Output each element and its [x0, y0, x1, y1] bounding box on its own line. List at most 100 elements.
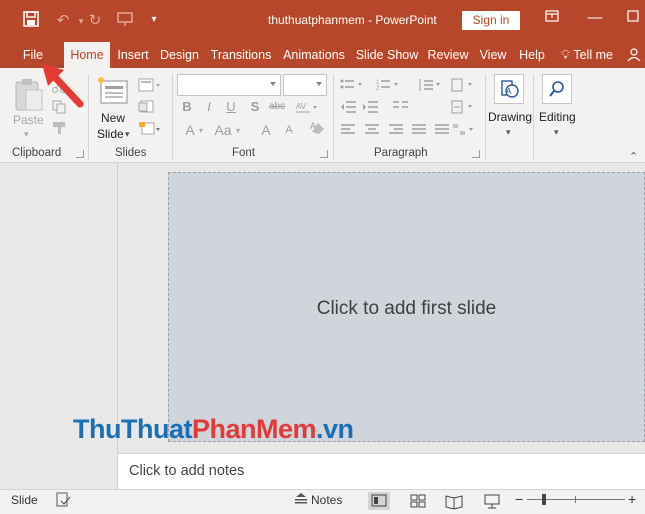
smartart-icon[interactable]	[452, 123, 476, 137]
new-slide-label-1: New	[101, 111, 126, 125]
zoom-out-button[interactable]: −	[515, 491, 523, 507]
group-separator	[485, 74, 486, 160]
clear-all-formatting-icon[interactable]: A	[309, 120, 327, 136]
new-slide-icon[interactable]	[97, 76, 131, 106]
paragraph-group-label: Paragraph	[374, 147, 428, 159]
columns-icon[interactable]	[392, 100, 414, 114]
tab-help[interactable]: Help	[514, 42, 550, 68]
clipboard-dialog-launcher[interactable]	[76, 150, 84, 158]
slide-show-view-icon[interactable]	[481, 492, 503, 510]
paste-dropdown-icon[interactable]: ▾	[24, 129, 29, 140]
ribbon-display-options-icon[interactable]	[540, 9, 564, 27]
bold-button[interactable]: B	[178, 99, 196, 114]
normal-view-icon[interactable]	[368, 492, 390, 510]
group-separator	[172, 74, 173, 160]
add-notes-prompt[interactable]: Click to add notes	[129, 463, 244, 479]
bullets-icon[interactable]	[340, 78, 366, 92]
red-arrow-annotation	[38, 60, 88, 110]
slide-indicator: Slide	[11, 493, 38, 507]
sign-in-button[interactable]: Sign in	[462, 11, 520, 30]
spell-check-icon[interactable]	[55, 492, 71, 508]
new-slide-dropdown-icon[interactable]: ▾	[125, 129, 130, 140]
find-icon[interactable]	[542, 74, 572, 104]
align-right-icon[interactable]	[388, 123, 406, 137]
redo-icon[interactable]: ↻	[84, 11, 106, 29]
watermark-part-3: .vn	[316, 414, 354, 444]
tab-design[interactable]: Design	[156, 42, 203, 68]
zoom-in-button[interactable]: +	[628, 491, 636, 507]
add-first-slide-prompt[interactable]: Click to add first slide	[168, 298, 645, 320]
drawing-label[interactable]: Drawing	[488, 110, 532, 124]
change-case-dropdown-icon[interactable]: ▾	[236, 126, 240, 135]
tell-me-label: Tell me	[573, 48, 613, 62]
chevron-down-icon	[270, 82, 276, 86]
svg-text:2: 2	[376, 86, 380, 92]
section-icon[interactable]	[138, 121, 164, 137]
grow-font-button[interactable]: A	[257, 122, 275, 138]
document-title: thuthuatphanmem - PowerPoint	[268, 13, 437, 27]
font-dialog-launcher[interactable]	[320, 150, 328, 158]
clipboard-group-label: Clipboard	[12, 147, 62, 159]
slides-group-label: Slides	[115, 147, 147, 159]
clear-formatting-icon[interactable]	[308, 100, 328, 114]
tab-transitions[interactable]: Transitions	[208, 42, 274, 68]
new-slide-label-2: Slide	[97, 127, 124, 141]
shapes-icon[interactable]: A	[494, 74, 524, 104]
line-spacing-icon[interactable]	[417, 78, 443, 92]
increase-indent-icon[interactable]	[362, 100, 384, 114]
customize-qat-icon[interactable]: ▾	[143, 14, 165, 25]
shrink-font-button[interactable]: A	[280, 124, 298, 136]
tab-review[interactable]: Review	[424, 42, 472, 68]
font-color-dropdown-icon[interactable]: ▾	[199, 126, 203, 135]
editing-dropdown-icon[interactable]: ▾	[554, 127, 559, 138]
tab-slide-show[interactable]: Slide Show	[354, 42, 420, 68]
paste-label: Paste	[13, 113, 44, 127]
reset-icon[interactable]	[138, 100, 164, 114]
layout-icon[interactable]	[138, 78, 164, 92]
drawing-dropdown-icon[interactable]: ▾	[506, 127, 511, 138]
format-painter-icon[interactable]	[51, 121, 69, 135]
save-icon[interactable]	[20, 11, 42, 31]
svg-text:A: A	[506, 87, 512, 96]
align-center-icon[interactable]	[364, 123, 382, 137]
slide-sorter-view-icon[interactable]	[407, 492, 429, 510]
align-left-icon[interactable]	[340, 123, 358, 137]
svg-text:AV: AV	[296, 102, 307, 111]
collapse-ribbon-icon[interactable]: ⌃	[629, 150, 638, 163]
watermark-part-1: ThuThuat	[73, 414, 192, 444]
maximize-icon[interactable]	[621, 9, 645, 26]
align-text-icon[interactable]	[450, 100, 476, 114]
paragraph-dialog-launcher[interactable]	[472, 150, 480, 158]
share-icon[interactable]	[627, 42, 645, 68]
tell-me-search[interactable]: 💡︎ Tell me	[559, 42, 619, 68]
distributed-icon[interactable]	[434, 123, 452, 137]
justify-icon[interactable]	[411, 123, 429, 137]
notes-icon[interactable]	[294, 493, 310, 507]
text-direction-icon[interactable]	[450, 78, 476, 92]
reading-view-icon[interactable]	[443, 492, 465, 510]
start-from-beginning-icon[interactable]	[114, 11, 136, 31]
notes-button[interactable]: Notes	[311, 493, 342, 507]
editing-label[interactable]: Editing	[539, 110, 576, 124]
zoom-slider-thumb[interactable]	[542, 494, 546, 505]
font-group-label: Font	[232, 147, 256, 159]
strikethrough-button[interactable]: abc	[266, 101, 288, 112]
minimize-icon[interactable]: —	[583, 9, 607, 26]
zoom-slider-center-tick	[575, 496, 576, 503]
group-separator	[333, 74, 334, 160]
font-name-dropdown[interactable]	[177, 74, 281, 96]
font-size-dropdown[interactable]	[283, 74, 327, 96]
chevron-down-icon	[316, 82, 322, 86]
tab-insert[interactable]: Insert	[113, 42, 153, 68]
lightbulb-icon: 💡︎	[561, 47, 571, 62]
shadow-button[interactable]: S	[246, 99, 264, 114]
svg-text:A: A	[310, 121, 316, 131]
tab-view[interactable]: View	[476, 42, 510, 68]
numbering-icon[interactable]: 12	[376, 78, 402, 92]
highlight-aa-button[interactable]: Aa	[214, 122, 232, 138]
font-color-button[interactable]: A	[181, 122, 199, 138]
watermark-part-2: PhanMem	[191, 414, 317, 444]
underline-button[interactable]: U	[222, 99, 240, 114]
tab-animations[interactable]: Animations	[279, 42, 349, 68]
italic-button[interactable]: I	[200, 99, 218, 114]
